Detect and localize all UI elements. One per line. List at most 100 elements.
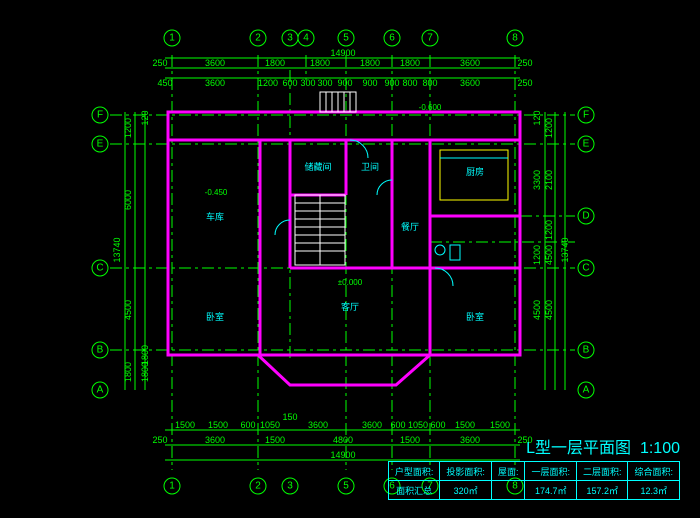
svg-text:B: B <box>97 345 104 356</box>
garage-label: 车库 <box>206 211 224 222</box>
living-label: 客厅 <box>341 301 359 312</box>
drawing-title: L型一层平面图 1:100 <box>526 434 680 458</box>
svg-text:C: C <box>96 263 103 274</box>
info-r2-label: 面积汇总 <box>388 481 440 500</box>
svg-text:3: 3 <box>287 481 293 492</box>
svg-text:A: A <box>97 385 104 396</box>
svg-text:3600: 3600 <box>205 435 225 445</box>
svg-text:1500: 1500 <box>175 420 195 430</box>
svg-text:3600: 3600 <box>460 58 480 68</box>
info-h4: 二层面积: <box>576 462 628 481</box>
info-v0: 320㎡ <box>440 481 492 500</box>
storage-label: 储藏间 <box>304 161 331 172</box>
svg-text:800: 800 <box>402 78 417 88</box>
svg-text:C: C <box>582 263 589 274</box>
svg-text:F: F <box>583 110 589 121</box>
dims-right: 4500 1200 3300 120 4500 4500 1200 2100 1… <box>532 110 570 390</box>
svg-text:3600: 3600 <box>205 58 225 68</box>
svg-text:450: 450 <box>157 78 172 88</box>
svg-text:900: 900 <box>384 78 399 88</box>
svg-text:4: 4 <box>303 33 309 44</box>
svg-text:300: 300 <box>300 78 315 88</box>
info-h0: 户型面积: <box>388 462 440 481</box>
svg-text:3: 3 <box>287 33 293 44</box>
dims-left: 13740 1800 4500 6000 1200 1800 1800 120 <box>112 110 150 390</box>
svg-text:1050: 1050 <box>408 420 428 430</box>
svg-text:3600: 3600 <box>460 435 480 445</box>
svg-text:120: 120 <box>140 110 150 125</box>
svg-text:13740: 13740 <box>112 237 122 262</box>
axis-bubbles-left: F E C B A <box>92 107 108 398</box>
axis-bubbles-right: F E D C B A <box>578 107 594 398</box>
svg-text:E: E <box>97 139 104 150</box>
svg-text:600: 600 <box>240 420 255 430</box>
title-text: L型一层平面图 <box>526 440 631 457</box>
svg-text:5: 5 <box>343 481 349 492</box>
axis-bubbles-top: 1 2 3 4 5 6 7 8 <box>164 30 523 46</box>
svg-text:250: 250 <box>152 58 167 68</box>
walls-outer <box>168 112 520 385</box>
room-labels: 车库 储藏间 卫间 厨房 餐厅 客厅 卧室 卧室 -0.450 ±0.000 -… <box>205 103 484 322</box>
bedroom-l-label: 卧室 <box>206 311 224 322</box>
svg-text:7: 7 <box>427 33 433 44</box>
info-h5: 综合面积: <box>628 462 680 481</box>
title-scale: 1:100 <box>640 440 680 457</box>
info-v3: 174.7㎡ <box>525 481 577 500</box>
svg-text:1500: 1500 <box>265 435 285 445</box>
dims-top: 14900 250 3600 1800 1800 1800 1800 3600 … <box>152 48 532 88</box>
svg-text:3600: 3600 <box>362 420 382 430</box>
svg-text:8: 8 <box>512 33 518 44</box>
svg-text:1800: 1800 <box>310 58 330 68</box>
elev-2: ±0.000 <box>338 278 363 287</box>
svg-text:6000: 6000 <box>123 190 133 210</box>
svg-text:4500: 4500 <box>123 300 133 320</box>
info-v5: 12.3㎡ <box>628 481 680 500</box>
elev-3: -0.600 <box>419 103 442 112</box>
svg-text:3600: 3600 <box>460 78 480 88</box>
svg-text:1800: 1800 <box>123 362 133 382</box>
svg-text:4500: 4500 <box>532 300 542 320</box>
svg-text:3600: 3600 <box>308 420 328 430</box>
info-h2: 屋面: <box>491 462 525 481</box>
info-v4: 157.2㎡ <box>576 481 628 500</box>
svg-text:1800: 1800 <box>140 345 150 365</box>
svg-text:1: 1 <box>169 481 175 492</box>
svg-text:1200: 1200 <box>544 220 554 240</box>
svg-text:1050: 1050 <box>260 420 280 430</box>
svg-text:2: 2 <box>255 33 261 44</box>
svg-text:1200: 1200 <box>258 78 278 88</box>
svg-text:250: 250 <box>517 78 532 88</box>
svg-text:5: 5 <box>343 33 349 44</box>
info-h3: 一层面积: <box>525 462 577 481</box>
svg-text:1500: 1500 <box>490 420 510 430</box>
svg-text:E: E <box>583 139 590 150</box>
vertical-axes <box>172 55 515 470</box>
svg-text:600: 600 <box>430 420 445 430</box>
svg-text:2100: 2100 <box>544 170 554 190</box>
svg-text:1800: 1800 <box>265 58 285 68</box>
bedroom-r-label: 卧室 <box>466 311 484 322</box>
svg-text:6: 6 <box>389 33 395 44</box>
svg-text:1200: 1200 <box>544 118 554 138</box>
svg-text:600: 600 <box>282 78 297 88</box>
svg-text:4500: 4500 <box>544 245 554 265</box>
svg-text:B: B <box>583 345 590 356</box>
svg-text:1: 1 <box>169 33 175 44</box>
svg-text:1200: 1200 <box>532 245 542 265</box>
dims-bottom: 1500 1500 600 1050 150 3600 3600 600 105… <box>152 412 532 460</box>
svg-text:3300: 3300 <box>532 170 542 190</box>
svg-text:3600: 3600 <box>205 78 225 88</box>
svg-text:14900: 14900 <box>330 450 355 460</box>
info-h1: 投影面积: <box>440 462 492 481</box>
svg-text:800: 800 <box>422 78 437 88</box>
svg-text:2: 2 <box>255 481 261 492</box>
info-table: 户型面积: 投影面积: 屋面: 一层面积: 二层面积: 综合面积: 面积汇总 3… <box>388 461 680 500</box>
svg-text:600: 600 <box>390 420 405 430</box>
svg-text:14900: 14900 <box>330 48 355 58</box>
bathroom-label: 卫间 <box>361 161 379 172</box>
svg-text:A: A <box>583 385 590 396</box>
svg-text:D: D <box>582 211 589 222</box>
dining-label: 餐厅 <box>401 221 419 232</box>
svg-text:120: 120 <box>532 110 542 125</box>
info-v2 <box>491 481 525 500</box>
